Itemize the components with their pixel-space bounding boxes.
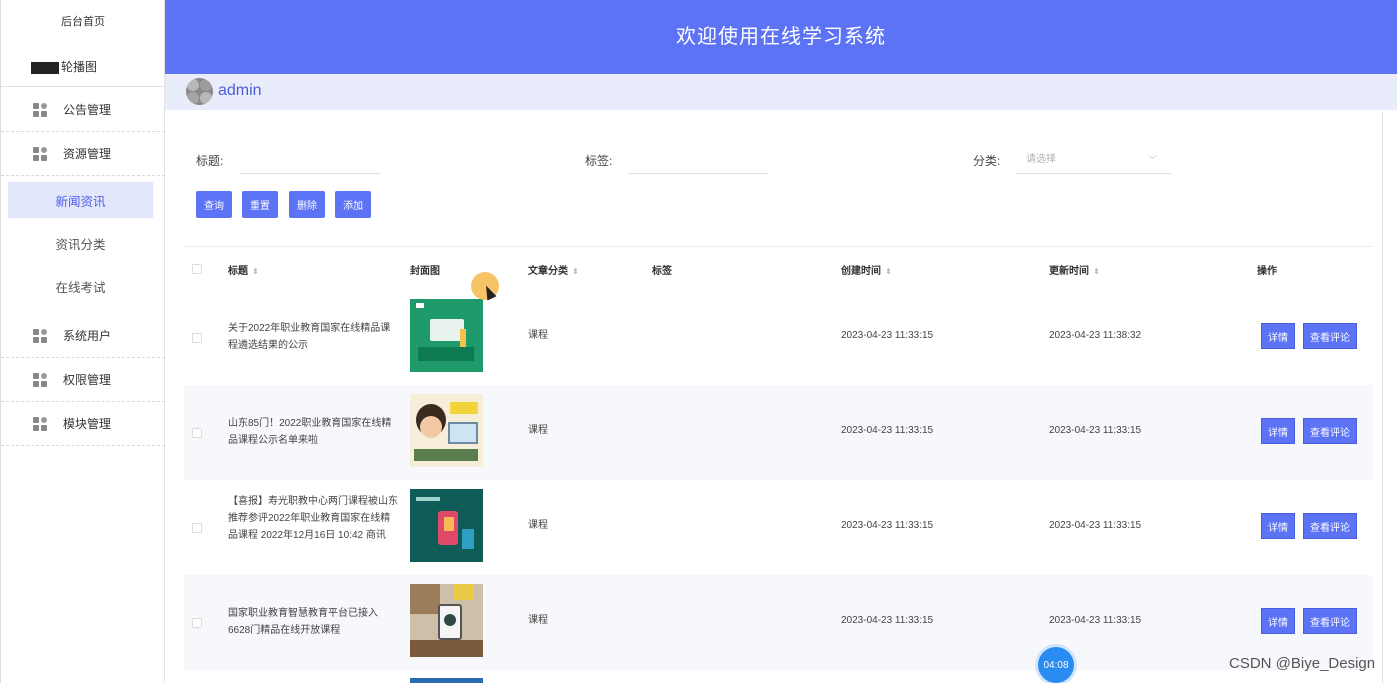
scrollbar[interactable] [1382, 112, 1392, 683]
col-updated-label: 更新时间 [1049, 266, 1089, 277]
page-header: 欢迎使用在线学习系统 [165, 0, 1397, 74]
category-filter-label: 分类: [973, 154, 1001, 168]
detail-button[interactable]: 详情 [1261, 608, 1295, 634]
sidebar-item-carousel[interactable]: 轮播图 [1, 59, 165, 87]
col-category-label: 文章分类 [528, 266, 568, 277]
sidebar-group-resources[interactable]: 资源管理 [1, 132, 165, 176]
title-filter-label: 标题: [196, 154, 224, 168]
category-select[interactable]: 请选择 ﹀ [1016, 146, 1171, 174]
chevron-down-icon: ﹀ [1147, 155, 1157, 165]
cover-image[interactable] [410, 678, 483, 683]
col-title-label: 标题 [228, 266, 248, 277]
sidebar-group-notice[interactable]: 公告管理 [1, 88, 165, 132]
grid-icon [33, 146, 47, 161]
row-checkbox[interactable] [192, 428, 202, 438]
sidebar-group-label: 资源管理 [63, 147, 112, 161]
col-title[interactable]: 标题 ⬍ [228, 262, 259, 277]
sidebar-group-label: 系统用户 [63, 329, 112, 343]
sidebar-group-users[interactable]: 系统用户 [1, 314, 165, 358]
row-created: 2023-04-23 11:33:15 [841, 615, 934, 626]
row-checkbox[interactable] [192, 618, 202, 628]
add-button[interactable]: 添加 [335, 191, 371, 218]
user-bar: admin [165, 74, 1397, 110]
sidebar-item-label: 轮播图 [61, 60, 98, 74]
view-comments-button[interactable]: 查看评论 [1303, 608, 1357, 634]
table-row: 关于2022年职业教育国家在线精品课程遴选结果的公示 课程 2023-04-23… [184, 290, 1373, 385]
grid-icon [33, 372, 47, 387]
row-created: 2023-04-23 11:33:15 [841, 520, 934, 531]
row-created: 2023-04-23 11:33:15 [841, 425, 934, 436]
col-cover: 封面图 [410, 266, 440, 277]
delete-button[interactable]: 删除 [289, 191, 325, 218]
col-created-label: 创建时间 [841, 266, 881, 277]
sidebar-item-news-category[interactable]: 资讯分类 [8, 225, 153, 261]
select-all-checkbox[interactable] [192, 264, 202, 274]
sort-icon: ⬍ [572, 267, 579, 276]
row-title: 关于2022年职业教育国家在线精品课程遴选结果的公示 [228, 323, 391, 351]
col-tag: 标签 [652, 266, 672, 277]
row-updated: 2023-04-23 11:33:15 [1049, 615, 1142, 626]
col-created[interactable]: 创建时间 ⬍ [841, 262, 892, 277]
row-title: 山东85门！2022职业教育国家在线精品课程公示名单来啦 [228, 418, 392, 446]
view-comments-button[interactable]: 查看评论 [1303, 418, 1357, 444]
row-checkbox[interactable] [192, 333, 202, 343]
detail-button[interactable]: 详情 [1261, 323, 1295, 349]
sort-icon: ⬍ [1093, 267, 1100, 276]
cover-image[interactable] [410, 584, 483, 657]
view-comments-button[interactable]: 查看评论 [1303, 323, 1357, 349]
row-category: 课程 [528, 330, 548, 341]
grid-icon [33, 416, 47, 431]
view-comments-button[interactable]: 查看评论 [1303, 513, 1357, 539]
row-category: 课程 [528, 520, 548, 531]
sidebar-group-permissions[interactable]: 权限管理 [1, 358, 165, 402]
row-checkbox[interactable] [192, 523, 202, 533]
detail-button[interactable]: 详情 [1261, 513, 1295, 539]
sidebar-group-label: 权限管理 [63, 373, 112, 387]
col-updated[interactable]: 更新时间 ⬍ [1049, 262, 1100, 277]
table-row: 山东85门！2022职业教育国家在线精品课程公示名单来啦 课程 2023-04-… [184, 385, 1373, 480]
sidebar-home-link[interactable]: 后台首页 [1, 13, 165, 29]
sidebar-item-online-exam[interactable]: 在线考试 [8, 268, 153, 304]
grid-icon [33, 102, 47, 117]
title-filter-input[interactable] [240, 146, 381, 174]
row-title: 国家职业教育智慧教育平台已接入6628门精品在线开放课程 [228, 608, 378, 636]
watermark: CSDN @Biye_Design [1229, 655, 1376, 672]
reset-button[interactable]: 重置 [242, 191, 278, 218]
sort-icon: ⬍ [252, 267, 259, 276]
grid-icon [33, 328, 47, 343]
timer-badge: 04:08 [1038, 647, 1074, 683]
tag-filter-input[interactable] [628, 146, 769, 174]
col-ops: 操作 [1257, 266, 1277, 277]
tag-filter-label: 标签: [585, 154, 613, 168]
row-category: 课程 [528, 425, 548, 436]
sidebar-group-modules[interactable]: 模块管理 [1, 402, 165, 446]
sort-icon: ⬍ [885, 267, 892, 276]
cover-image[interactable] [410, 299, 483, 372]
table-row: 【喜报】寿光职教中心两门课程被山东推荐参评2022年职业教育国家在线精品课程 2… [184, 480, 1373, 575]
row-updated: 2023-04-23 11:33:15 [1049, 520, 1142, 531]
query-button[interactable]: 查询 [196, 191, 232, 218]
row-updated: 2023-04-23 11:33:15 [1049, 425, 1142, 436]
username[interactable]: admin [218, 82, 262, 100]
sidebar-group-label: 公告管理 [63, 103, 112, 117]
row-created: 2023-04-23 11:33:15 [841, 330, 934, 341]
col-category[interactable]: 文章分类 ⬍ [528, 262, 579, 277]
detail-button[interactable]: 详情 [1261, 418, 1295, 444]
table-row: 国家职业教育智慧教育平台已接入6628门精品在线开放课程 课程 2023-04-… [184, 575, 1373, 670]
sidebar-item-news[interactable]: 新闻资讯 [8, 182, 153, 218]
row-updated: 2023-04-23 11:38:32 [1049, 330, 1142, 341]
avatar[interactable] [186, 78, 213, 105]
row-category: 课程 [528, 615, 548, 626]
category-select-placeholder: 请选择 [1026, 154, 1056, 165]
news-table: 标题 ⬍ 封面图 文章分类 ⬍ 标签 创建时间 ⬍ 更新时间 ⬍ 操作 关于2022年职… [184, 246, 1373, 683]
sidebar-group-label: 模块管理 [63, 417, 112, 431]
sidebar: 后台首页 轮播图 公告管理 资源管理 新闻资讯 资讯分类 在线考试 系统用户 权… [0, 0, 165, 683]
row-title: 【喜报】寿光职教中心两门课程被山东推荐参评2022年职业教育国家在线精品课程 2… [228, 496, 398, 541]
cover-image[interactable] [410, 489, 483, 562]
cover-image[interactable] [410, 394, 483, 467]
